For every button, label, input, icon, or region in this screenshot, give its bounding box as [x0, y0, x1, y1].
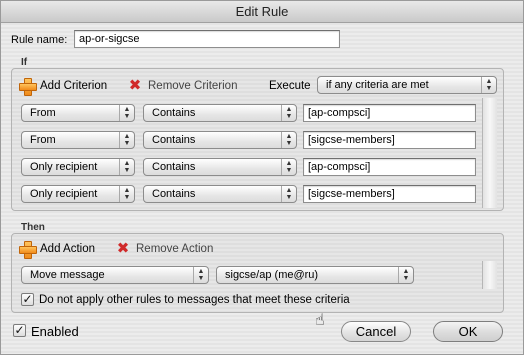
- updown-arrows-icon: ▲ ▼: [398, 267, 413, 283]
- criterion-operator-value: Contains: [152, 188, 196, 200]
- add-criterion-button[interactable]: Add Criterion: [18, 76, 107, 96]
- criterion-operator-value: Contains: [152, 161, 196, 173]
- checkmark-icon: ✓: [22, 292, 33, 306]
- criterion-value-input[interactable]: [ap-compsci]: [303, 158, 476, 176]
- edit-rule-window: Edit Rule Rule name: ap-or-sigcse If Add…: [0, 0, 524, 355]
- remove-criterion-label: Remove Criterion: [148, 80, 238, 92]
- action-target-value: sigcse/ap (me@ru): [225, 269, 319, 281]
- action-type-popup[interactable]: Move message ▲ ▼: [21, 266, 209, 284]
- add-action-button[interactable]: Add Action: [18, 239, 95, 259]
- criterion-operator-popup[interactable]: Contains ▲ ▼: [143, 158, 297, 176]
- checkmark-icon: ✓: [14, 323, 25, 337]
- action-target-popup[interactable]: sigcse/ap (me@ru) ▲ ▼: [216, 266, 414, 284]
- plus-icon: [18, 77, 37, 96]
- add-criterion-label: Add Criterion: [40, 80, 108, 92]
- criterion-value-input[interactable]: [sigcse-members]: [303, 185, 476, 203]
- enabled-label: Enabled: [31, 324, 79, 339]
- actions-scrollbar[interactable]: [482, 261, 497, 289]
- stop-rules-label: Do not apply other rules to messages tha…: [39, 294, 350, 306]
- x-icon: ✖: [128, 77, 142, 94]
- updown-arrows-icon: ▲ ▼: [119, 105, 134, 121]
- remove-action-button[interactable]: ✖ Remove Action: [114, 239, 214, 259]
- criterion-operator-value: Contains: [152, 134, 196, 146]
- remove-criterion-button[interactable]: ✖ Remove Criterion: [126, 76, 238, 96]
- updown-arrows-icon: ▲ ▼: [119, 132, 134, 148]
- if-section-label: If: [21, 57, 28, 68]
- hand-pointer-icon: ☝: [315, 312, 325, 329]
- updown-arrows-icon: ▲ ▼: [281, 186, 296, 202]
- remove-action-label: Remove Action: [136, 243, 214, 255]
- criterion-operator-popup[interactable]: Contains ▲ ▼: [143, 185, 297, 203]
- criterion-field-value: Only recipient: [30, 188, 98, 200]
- execute-mode-value: if any criteria are met: [326, 79, 429, 91]
- criterion-field-popup[interactable]: Only recipient ▲ ▼: [21, 185, 135, 203]
- window-title: Edit Rule: [1, 1, 523, 23]
- criterion-field-value: From: [30, 107, 56, 119]
- criterion-field-value: Only recipient: [30, 161, 98, 173]
- ok-button[interactable]: OK: [433, 321, 503, 342]
- execute-label: Execute: [269, 80, 311, 92]
- criterion-operator-popup[interactable]: Contains ▲ ▼: [143, 104, 297, 122]
- criteria-scrollbar[interactable]: [482, 98, 497, 208]
- then-section-label: Then: [21, 222, 45, 233]
- x-icon: ✖: [116, 240, 130, 257]
- rule-name-label: Rule name:: [11, 34, 68, 46]
- updown-arrows-icon: ▲ ▼: [481, 77, 496, 93]
- criterion-field-popup[interactable]: From ▲ ▼: [21, 131, 135, 149]
- stop-rules-checkbox[interactable]: ✓: [21, 293, 34, 306]
- plus-icon: [18, 240, 37, 259]
- add-action-label: Add Action: [40, 243, 95, 255]
- updown-arrows-icon: ▲ ▼: [281, 159, 296, 175]
- rule-name-input[interactable]: ap-or-sigcse: [74, 30, 340, 48]
- updown-arrows-icon: ▲ ▼: [193, 267, 208, 283]
- criterion-field-popup[interactable]: From ▲ ▼: [21, 104, 135, 122]
- updown-arrows-icon: ▲ ▼: [281, 132, 296, 148]
- criterion-field-popup[interactable]: Only recipient ▲ ▼: [21, 158, 135, 176]
- cancel-button[interactable]: Cancel: [341, 321, 411, 342]
- execute-mode-popup[interactable]: if any criteria are met ▲ ▼: [317, 76, 497, 94]
- updown-arrows-icon: ▲ ▼: [281, 105, 296, 121]
- enabled-checkbox[interactable]: ✓: [13, 324, 26, 337]
- criterion-field-value: From: [30, 134, 56, 146]
- criterion-operator-popup[interactable]: Contains ▲ ▼: [143, 131, 297, 149]
- criterion-value-input[interactable]: [ap-compsci]: [303, 104, 476, 122]
- action-type-value: Move message: [30, 269, 105, 281]
- updown-arrows-icon: ▲ ▼: [119, 159, 134, 175]
- criterion-value-input[interactable]: [sigcse-members]: [303, 131, 476, 149]
- criterion-operator-value: Contains: [152, 107, 196, 119]
- updown-arrows-icon: ▲ ▼: [119, 186, 134, 202]
